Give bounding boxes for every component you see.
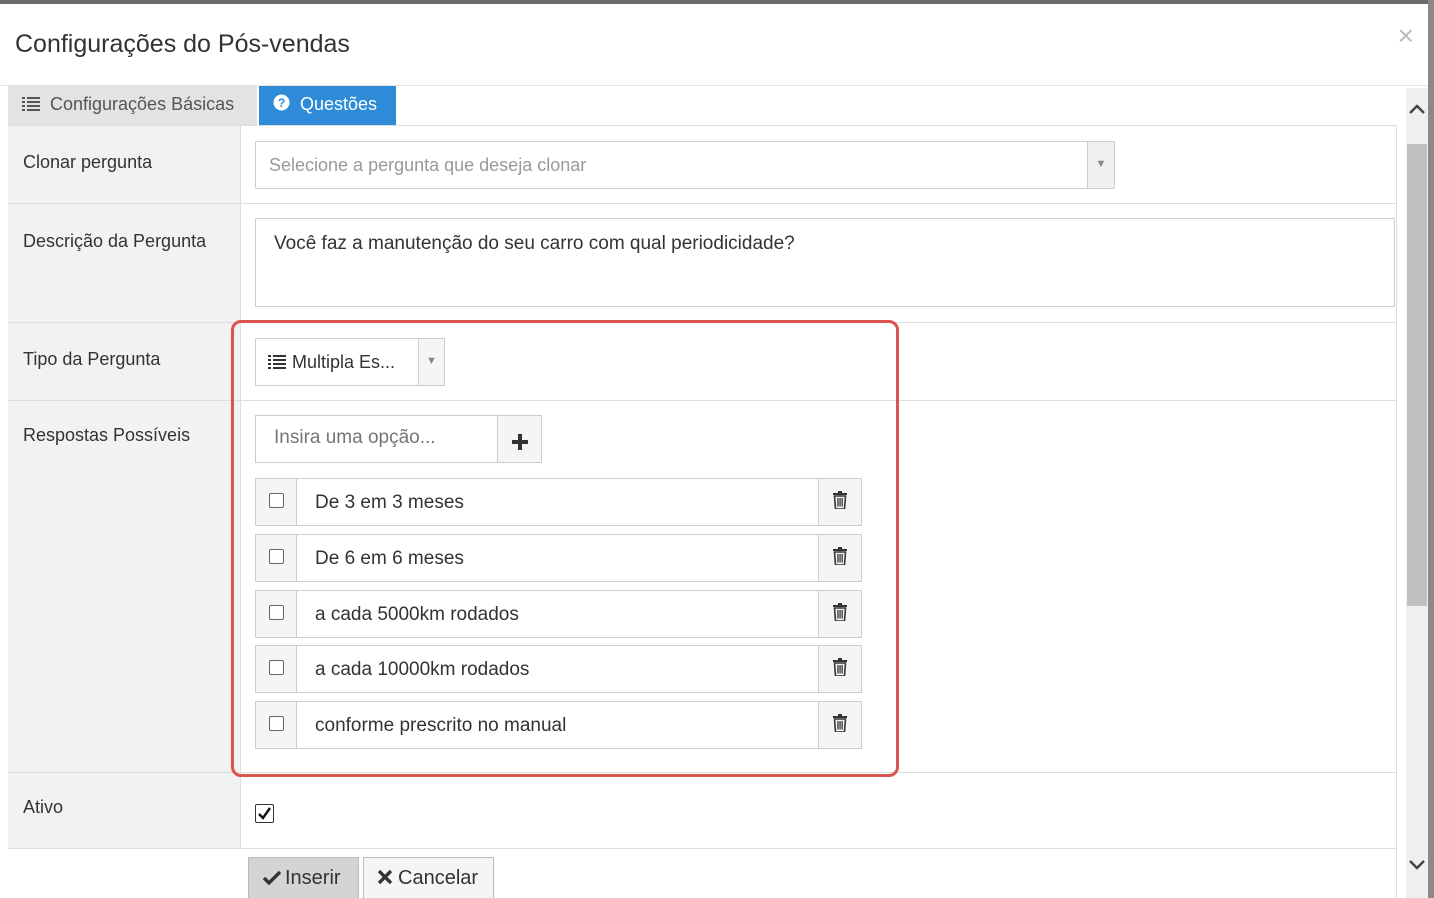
option-row: a cada 5000km rodados [255,590,862,638]
option-text-field[interactable]: De 6 em 6 meses [296,534,819,582]
scrollbar-thumb[interactable] [1407,144,1427,606]
cancel-label: Cancelar [398,867,479,889]
modal-body: Configurações Básicas ? Questões Clonar … [8,86,1404,898]
cancel-button[interactable]: Cancelar [363,857,494,898]
caret-down-icon[interactable]: ▼ [418,339,444,385]
option-text: De 3 em 3 meses [315,492,464,513]
insert-button[interactable]: Inserir [248,857,359,898]
option-row: De 3 em 3 meses [255,478,862,526]
description-label: Descrição da Pergunta [23,231,207,251]
clone-placeholder: Selecione a pergunta que deseja clonar [269,155,587,175]
option-row: De 6 em 6 meses [255,534,862,582]
row-type: Tipo da Pergunta Multipla Es... ▼ [8,322,1397,401]
description-textarea[interactable]: Você faz a manutenção do seu carro com q… [255,218,1395,307]
option-checkbox-cell [255,534,297,582]
clone-label: Clonar pergunta [23,152,153,172]
option-text-field[interactable]: a cada 10000km rodados [296,645,819,693]
option-checkbox-cell [255,478,297,526]
label-cell: Descrição da Pergunta [8,204,241,323]
option-checkbox[interactable] [269,493,284,508]
vertical-scrollbar[interactable] [1406,88,1428,898]
delete-option-button[interactable] [818,478,862,526]
option-checkbox[interactable] [269,549,284,564]
row-active: Ativo [8,772,1397,849]
active-label: Ativo [23,797,64,817]
option-text: a cada 10000km rodados [315,659,530,680]
option-input-wrap [255,415,499,463]
tab-bar: Configurações Básicas ? Questões [8,86,1398,126]
trash-icon [833,603,847,622]
modal-dialog: Configurações do Pós-vendas × Configuraç… [0,4,1434,898]
row-description: Descrição da Pergunta Você faz a manuten… [8,203,1397,323]
caret-down-icon[interactable]: ▼ [1087,142,1114,188]
clone-question-select[interactable]: Selecione a pergunta que deseja clonar ▼ [255,141,1115,189]
option-checkbox[interactable] [269,716,284,731]
option-row: a cada 10000km rodados [255,645,862,693]
option-input[interactable] [256,416,494,460]
delete-option-button[interactable] [818,645,862,693]
label-cell: Respostas Possíveis [8,401,241,773]
insert-label: Inserir [285,867,341,889]
label-cell: Ativo [8,773,241,849]
trash-icon [833,658,847,677]
trash-icon [833,547,847,566]
modal-header: Configurações do Pós-vendas × [0,4,1434,86]
tab-questions[interactable]: ? Questões [259,86,396,126]
description-value: Você faz a manutenção do seu carro com q… [274,233,795,254]
modal-title: Configurações do Pós-vendas [15,30,350,58]
svg-text:?: ? [278,96,285,110]
option-text: a cada 5000km rodados [315,604,519,625]
delete-option-button[interactable] [818,590,862,638]
delete-option-button[interactable] [818,701,862,749]
plus-icon [511,434,528,450]
scroll-down-icon[interactable] [1406,858,1428,888]
list-icon [268,355,286,369]
type-label: Tipo da Pergunta [23,349,161,369]
label-cell: Clonar pergunta [8,126,241,204]
active-checkbox[interactable] [255,804,274,823]
tab-questions-label: Questões [300,94,378,114]
question-circle-icon: ? [273,87,290,123]
option-checkbox-cell [255,590,297,638]
question-type-value-wrap: Multipla Es... [268,352,395,373]
row-actions: Inserir Cancelar [8,848,1397,898]
option-text-field[interactable]: conforme prescrito no manual [296,701,819,749]
trash-icon [833,491,847,510]
tab-basic-settings[interactable]: Configurações Básicas [8,86,257,126]
check-icon [258,807,271,820]
option-text-field[interactable]: De 3 em 3 meses [296,478,819,526]
add-option-button[interactable] [497,415,542,463]
option-row: conforme prescrito no manual [255,701,862,749]
option-checkbox-cell [255,645,297,693]
close-icon [377,869,393,885]
option-checkbox[interactable] [269,660,284,675]
tab-basic-label: Configurações Básicas [50,94,235,114]
close-button[interactable]: × [1398,22,1414,50]
label-cell: Tipo da Pergunta [8,323,241,401]
option-text-field[interactable]: a cada 5000km rodados [296,590,819,638]
answers-label: Respostas Possíveis [23,425,191,445]
question-type-value: Multipla Es... [292,352,396,372]
row-answers: Respostas Possíveis De 3 em 3 meses [8,400,1397,773]
list-icon [22,87,40,123]
scroll-up-icon[interactable] [1406,102,1428,132]
option-text: De 6 em 6 meses [315,548,464,569]
row-clone: Clonar pergunta Selecione a pergunta que… [8,125,1397,204]
check-icon [262,870,282,886]
option-checkbox-cell [255,701,297,749]
backdrop-edge [1428,0,1434,898]
delete-option-button[interactable] [818,534,862,582]
question-type-select[interactable]: Multipla Es... ▼ [255,338,445,386]
trash-icon [833,714,847,733]
option-checkbox[interactable] [269,605,284,620]
option-text: conforme prescrito no manual [315,715,567,736]
